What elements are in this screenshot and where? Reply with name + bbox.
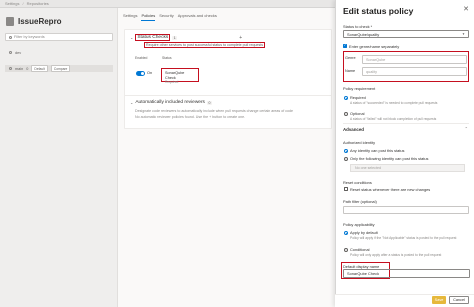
status-to-check-value: SonarQube/quality (347, 31, 380, 37)
conditional-radio[interactable] (344, 248, 348, 252)
any-identity-label: Any identity can post this status (350, 148, 405, 153)
branch-name: main (15, 66, 24, 71)
repo-sidebar: IssueRepro Filter by keywords dev main 0… (0, 8, 118, 307)
branch-search-input[interactable]: Filter by keywords (5, 33, 113, 41)
enter-genre-label: Enter genre/name separately (349, 44, 400, 49)
status-to-check-label: Status to check * (343, 24, 373, 29)
branch-count: 0 (26, 66, 29, 71)
apply-default-label: Apply by default (350, 230, 378, 235)
column-status: Status (162, 56, 172, 60)
policy-requirement-label: Policy requirement (343, 86, 376, 91)
branch-icon (9, 67, 12, 70)
chevron-down-icon: ⌄ (130, 100, 134, 105)
repo-title: IssueRepro (18, 17, 62, 26)
policy-applicability-label: Policy applicability (343, 222, 375, 227)
status-checks-panel: ⌄ Status Checks 1 + Require other servic… (124, 29, 332, 98)
status-to-check-select[interactable]: SonarQube/quality ▼ (343, 30, 469, 38)
policy-requirement: Required (165, 80, 179, 85)
chevron-down-icon: ▼ (462, 32, 465, 36)
policy-enabled-toggle[interactable] (136, 71, 145, 76)
enter-genre-checkbox[interactable]: ✓ (343, 43, 347, 48)
divider (343, 123, 469, 124)
reviewers-header[interactable]: ⌄ Automatically included reviewers 0 (130, 100, 212, 105)
status-checks-description: Require other services to post successfu… (144, 42, 266, 48)
panel-title: Edit status policy (343, 6, 414, 16)
close-icon[interactable]: ✕ (463, 5, 469, 13)
main-content: Settings Policies Security Approvals and… (118, 8, 335, 307)
required-sub: A status of "succeeded" is needed to com… (350, 101, 438, 105)
identity-picker[interactable]: No one selected (350, 164, 465, 172)
reset-conditions-label: Reset conditions (343, 180, 372, 185)
search-icon (9, 35, 12, 39)
tab-approvals-and-checks[interactable]: Approvals and checks (178, 13, 217, 21)
branch-icon (9, 51, 12, 54)
only-identity-label: Only the following identity can post thi… (350, 156, 429, 161)
settings-tabs: Settings Policies Security Approvals and… (123, 13, 217, 21)
edit-status-policy-panel: Edit status policy ✕ Status to check * S… (335, 0, 474, 307)
optional-radio[interactable] (344, 112, 348, 116)
toggle-label: On (147, 71, 153, 75)
advanced-section-header[interactable]: Advanced (343, 127, 364, 132)
apply-default-sub: Policy will apply if the "Not Applicable… (350, 236, 457, 240)
required-label: Required (350, 95, 366, 100)
path-filter-input[interactable] (343, 206, 469, 214)
search-placeholder: Filter by keywords (14, 35, 45, 39)
status-checks-header[interactable]: ⌄ Status Checks 1 + (130, 34, 242, 41)
breadcrumb-separator: / (22, 1, 24, 6)
genre-label: Genre (345, 56, 356, 60)
default-badge: Default (31, 65, 48, 72)
authorized-identity-label: Authorized identity (343, 140, 376, 145)
reviewers-count: 0 (206, 100, 212, 105)
optional-sub: A status of "failed" will not block comp… (350, 117, 437, 121)
tab-policies[interactable]: Policies (141, 13, 156, 21)
chevron-up-icon[interactable]: ⌃ (465, 126, 468, 131)
only-identity-radio[interactable] (344, 157, 348, 161)
cancel-button[interactable]: Cancel (449, 296, 469, 304)
genre-field[interactable]: SonarQube (362, 55, 467, 64)
genre-placeholder: SonarQube (366, 57, 386, 62)
apply-default-radio[interactable] (344, 231, 348, 235)
status-checks-count: 1 (172, 35, 178, 40)
required-radio[interactable] (344, 96, 348, 100)
display-name-value: SonarQube Check (347, 271, 380, 276)
reviewers-panel: ⌄ Automatically included reviewers 0 Des… (124, 95, 332, 129)
chevron-down-icon: ⌄ (130, 35, 134, 40)
any-identity-radio[interactable] (344, 149, 348, 153)
name-field[interactable]: quality (362, 67, 467, 76)
branch-item-main[interactable]: main 0 Default Compare (5, 65, 113, 72)
reviewers-description: Designate code reviewers to automaticall… (135, 109, 294, 113)
path-filter-label: Path filter (optional) (343, 199, 377, 204)
default-display-name-input[interactable]: SonarQube Check (343, 269, 470, 278)
reviewers-title: Automatically included reviewers (135, 100, 205, 105)
compare-badge[interactable]: Compare (50, 65, 71, 72)
column-enabled: Enabled (135, 56, 148, 60)
tab-security[interactable]: Security (159, 13, 173, 21)
policy-card-sonarqube[interactable]: SonarQube Check Required (161, 68, 199, 85)
reset-status-checkbox[interactable] (344, 187, 348, 191)
breadcrumb-settings[interactable]: Settings (5, 1, 19, 6)
identity-placeholder: No one selected (355, 166, 381, 170)
add-icon[interactable]: + (239, 35, 242, 41)
reset-status-label: Reset status whenever there are new chan… (350, 187, 431, 192)
save-button[interactable]: Save (432, 296, 446, 304)
conditional-label: Conditional (350, 247, 370, 252)
policy-name: SonarQube Check (165, 71, 185, 80)
branch-name: dev (15, 50, 22, 55)
breadcrumb-repositories[interactable]: Repositories (27, 1, 49, 6)
name-placeholder: quality (366, 69, 377, 74)
conditional-sub: Policy will only apply after a status is… (350, 253, 442, 257)
optional-label: Optional (350, 111, 365, 116)
branch-item-dev[interactable]: dev (5, 49, 113, 56)
status-checks-title: Status Checks (135, 34, 171, 41)
name-label: Name (345, 69, 356, 73)
reviewers-empty-text: No automatic reviewer policies found. Us… (135, 115, 246, 119)
tab-settings[interactable]: Settings (123, 13, 137, 21)
repo-icon (6, 17, 14, 26)
